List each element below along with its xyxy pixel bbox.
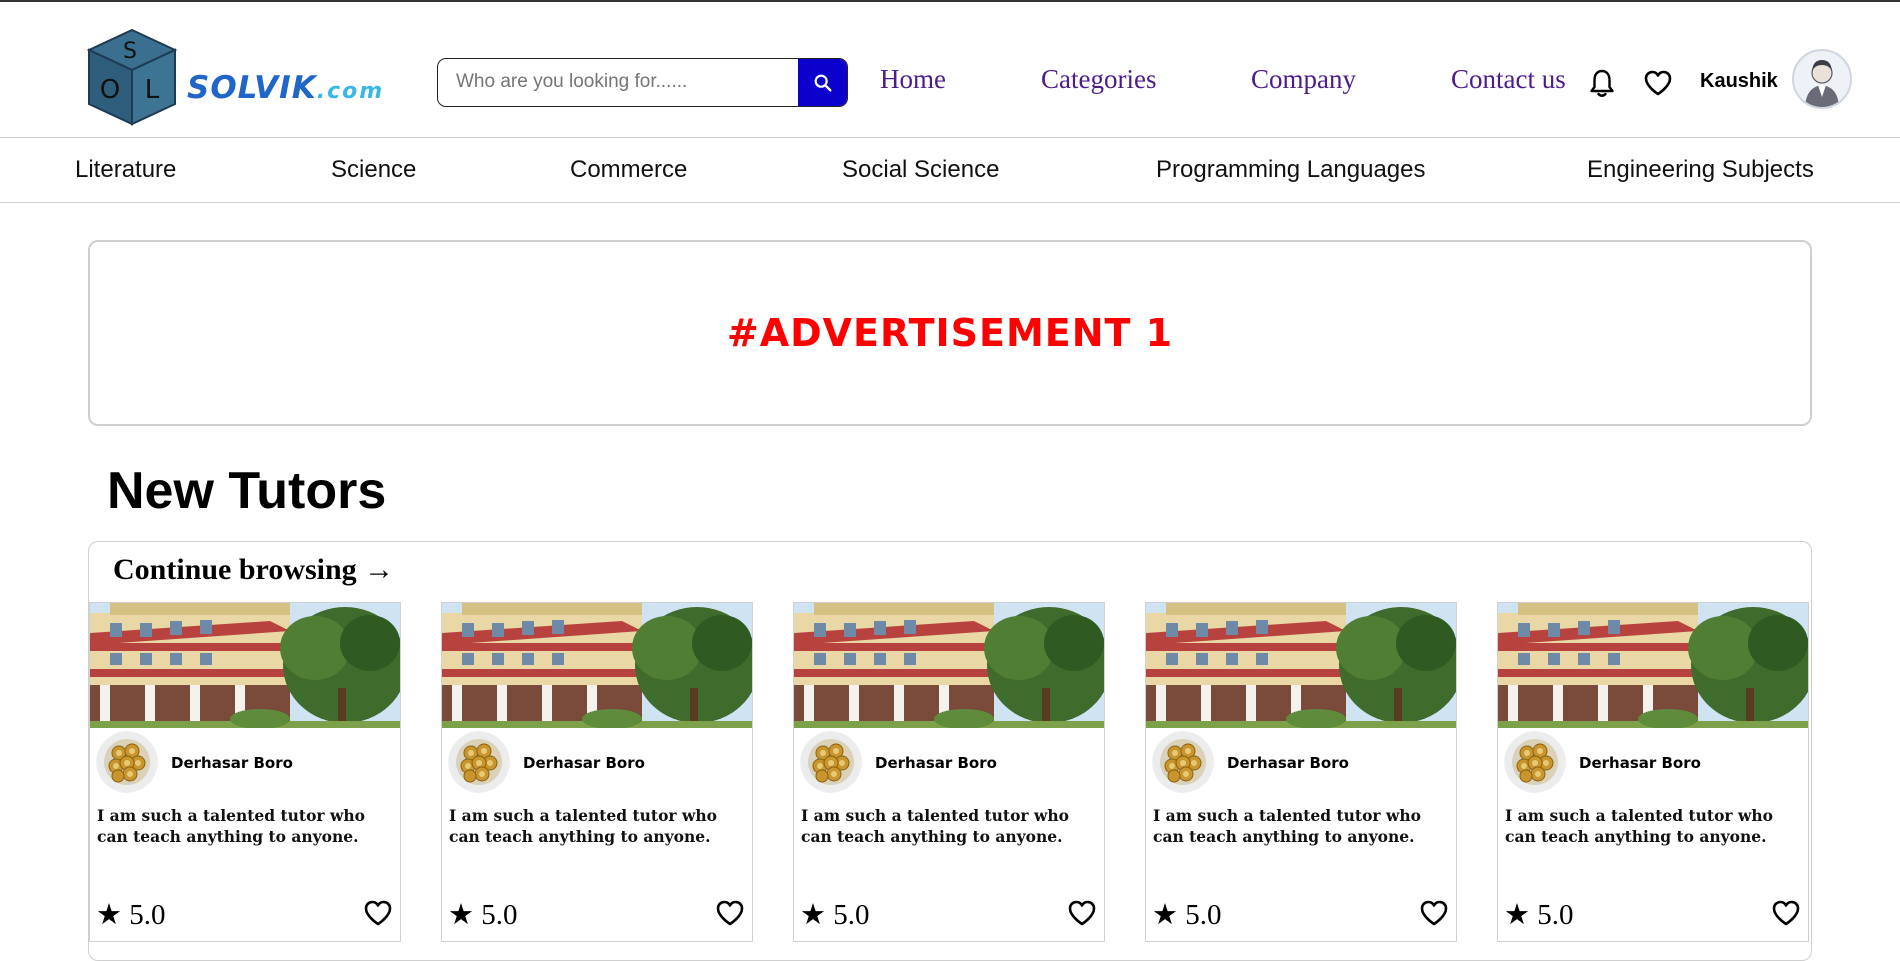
svg-text:O: O: [100, 75, 120, 105]
category-programming-languages[interactable]: Programming Languages: [1156, 156, 1426, 184]
user-avatar-icon: [1805, 60, 1839, 107]
nav-link-home[interactable]: Home: [880, 64, 946, 95]
heart-icon: [1068, 900, 1096, 926]
tutor-card[interactable]: Derhasar Boro I am such a talented tutor…: [1497, 602, 1809, 942]
top-header: S O L SOLVIK.com Home Categories Company…: [0, 2, 1900, 138]
tutor-name[interactable]: Derhasar Boro: [1227, 754, 1349, 772]
heart-icon: [364, 900, 392, 926]
search-bar: [437, 58, 848, 107]
building-photo: [1146, 603, 1456, 728]
cube-logo-icon: S O L: [86, 28, 178, 126]
brand-wordmark: SOLVIK.com: [187, 70, 384, 106]
tutor-name[interactable]: Derhasar Boro: [875, 754, 997, 772]
card-favorite-button[interactable]: [363, 899, 393, 929]
user-name[interactable]: Kaushik: [1700, 70, 1778, 93]
tutor-rating: ★ 5.0: [1504, 899, 1574, 931]
tutor-rating: ★ 5.0: [448, 899, 518, 931]
continue-browsing-link[interactable]: Continue browsing →: [113, 553, 394, 587]
card-favorite-button[interactable]: [1067, 899, 1097, 929]
tutor-cover-image: [794, 603, 1104, 728]
building-photo: [1498, 603, 1808, 728]
tutor-rating: ★ 5.0: [800, 899, 870, 931]
heart-icon: [1644, 70, 1672, 96]
heart-icon: [716, 900, 744, 926]
nav-link-company[interactable]: Company: [1251, 64, 1356, 95]
category-commerce[interactable]: Commerce: [570, 156, 687, 184]
tutor-rating: ★ 5.0: [1152, 899, 1222, 931]
category-literature[interactable]: Literature: [75, 156, 176, 184]
tutor-avatar: [1152, 731, 1214, 793]
advertisement-text: #ADVERTISEMENT 1: [726, 311, 1174, 355]
category-engineering-subjects[interactable]: Engineering Subjects: [1587, 156, 1814, 184]
tutor-avatar: [1504, 731, 1566, 793]
tutor-card[interactable]: Derhasar Boro I am such a talented tutor…: [1145, 602, 1457, 942]
tutor-cover-image: [90, 603, 400, 728]
card-favorite-button[interactable]: [715, 899, 745, 929]
tutor-avatar-image: [1505, 732, 1565, 792]
heart-icon: [1420, 900, 1448, 926]
tutor-description: I am such a talented tutor who can teach…: [1505, 806, 1773, 846]
tutor-avatar: [448, 731, 510, 793]
tutor-description: I am such a talented tutor who can teach…: [449, 806, 717, 846]
heart-icon: [1772, 900, 1800, 926]
notifications-button[interactable]: [1587, 68, 1617, 98]
tutor-name[interactable]: Derhasar Boro: [1579, 754, 1701, 772]
nav-link-categories[interactable]: Categories: [1041, 64, 1156, 95]
tutor-avatar: [96, 731, 158, 793]
bell-icon: [1590, 69, 1614, 97]
tutor-rating: ★ 5.0: [96, 899, 166, 931]
tutor-avatar-image: [1153, 732, 1213, 792]
user-avatar[interactable]: [1792, 49, 1852, 109]
building-photo: [90, 603, 400, 728]
building-photo: [442, 603, 752, 728]
card-favorite-button[interactable]: [1771, 899, 1801, 929]
tutor-avatar: [800, 731, 862, 793]
tutor-avatar-image: [97, 732, 157, 792]
tutor-card[interactable]: Derhasar Boro I am such a talented tutor…: [793, 602, 1105, 942]
tutor-description: I am such a talented tutor who can teach…: [97, 806, 365, 846]
advertisement-banner[interactable]: #ADVERTISEMENT 1: [88, 240, 1812, 426]
building-photo: [794, 603, 1104, 728]
search-icon: [814, 74, 832, 92]
tutor-name[interactable]: Derhasar Boro: [171, 754, 293, 772]
category-nav: Literature Science Commerce Social Scien…: [0, 138, 1900, 203]
category-social-science[interactable]: Social Science: [842, 156, 999, 184]
search-input[interactable]: [438, 59, 800, 105]
tutor-description: I am such a talented tutor who can teach…: [1153, 806, 1421, 846]
tutor-avatar-image: [801, 732, 861, 792]
search-button[interactable]: [798, 59, 847, 106]
brand-domain: .com: [316, 79, 385, 104]
tutor-cover-image: [442, 603, 752, 728]
tutor-cover-image: [1498, 603, 1808, 728]
tutor-card[interactable]: Derhasar Boro I am such a talented tutor…: [441, 602, 753, 942]
nav-link-contact-us[interactable]: Contact us: [1451, 64, 1566, 95]
tutor-card[interactable]: Derhasar Boro I am such a talented tutor…: [89, 602, 401, 942]
svg-text:L: L: [145, 75, 160, 105]
tutor-description: I am such a talented tutor who can teach…: [801, 806, 1069, 846]
card-favorite-button[interactable]: [1419, 899, 1449, 929]
category-science[interactable]: Science: [331, 156, 416, 184]
svg-text:S: S: [123, 39, 137, 64]
brand-name: SOLVIK: [187, 70, 317, 106]
tutor-name[interactable]: Derhasar Boro: [523, 754, 645, 772]
solvik-logo[interactable]: S O L SOLVIK.com: [82, 26, 394, 128]
favorites-button[interactable]: [1643, 68, 1673, 98]
section-title: New Tutors: [107, 462, 387, 520]
tutor-cover-image: [1146, 603, 1456, 728]
tutor-avatar-image: [449, 732, 509, 792]
